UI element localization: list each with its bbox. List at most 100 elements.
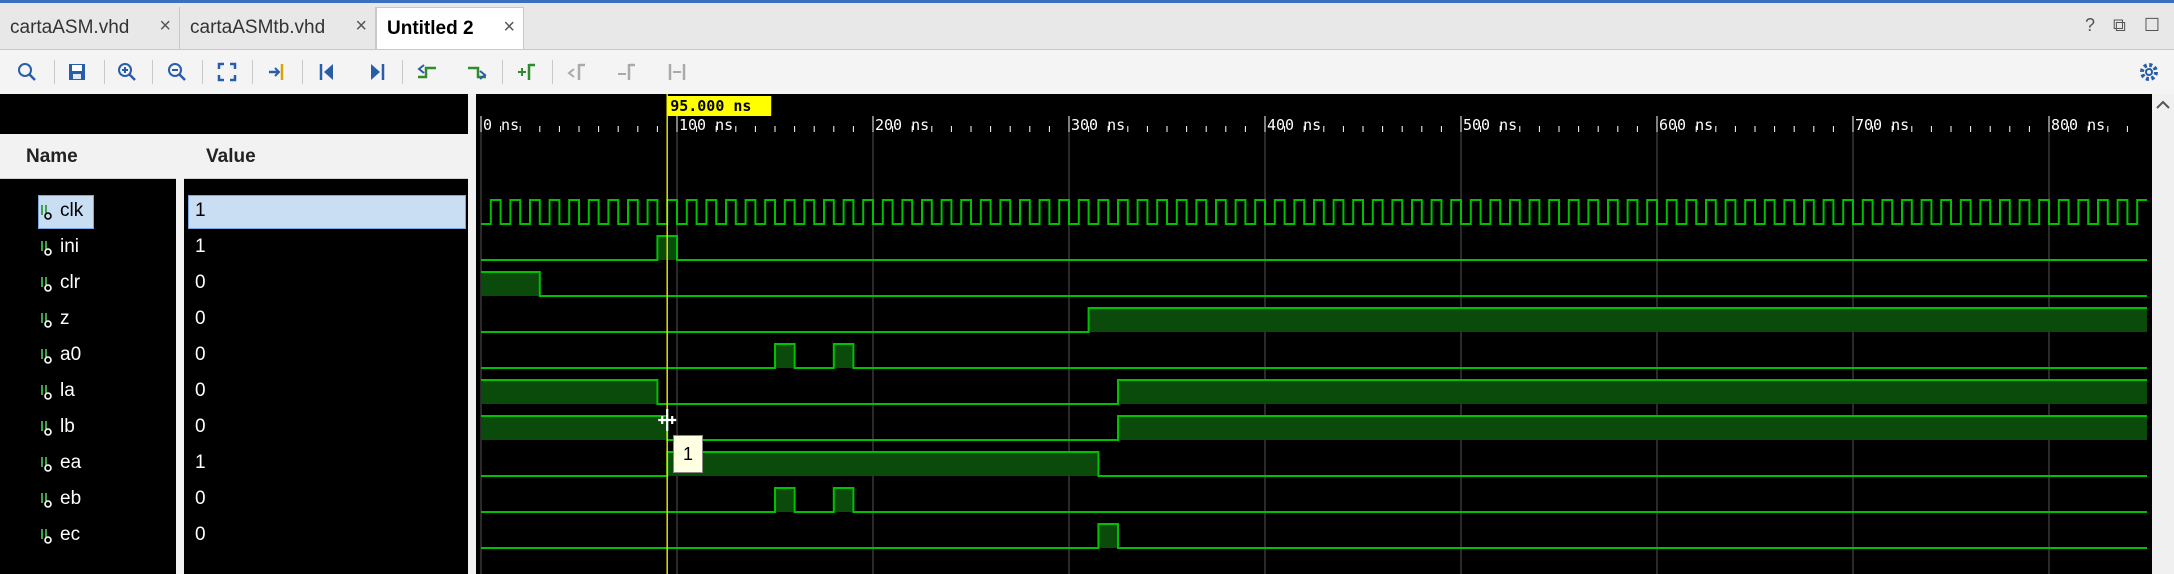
waveform-toolbar bbox=[0, 50, 2174, 95]
signal-value: 1 bbox=[195, 200, 206, 221]
save-icon[interactable] bbox=[64, 59, 90, 85]
restore-icon[interactable]: ⧉ bbox=[2113, 15, 2126, 36]
signal-fill-la bbox=[481, 380, 658, 404]
signal-value: 0 bbox=[195, 308, 206, 329]
close-icon[interactable]: × bbox=[503, 16, 515, 39]
signal-fill-eb bbox=[833, 488, 854, 512]
zoom-in-icon[interactable] bbox=[114, 59, 140, 85]
signal-fill-lb bbox=[1118, 416, 2147, 440]
signal-fill-clr bbox=[481, 272, 540, 296]
signal-row-la[interactable]: la 0 bbox=[0, 374, 468, 410]
tick-label: 700 ns bbox=[1855, 116, 1909, 134]
waveform-eb bbox=[481, 487, 2147, 513]
signal-name: la bbox=[60, 380, 75, 401]
settings-gear-icon[interactable] bbox=[2136, 59, 2162, 85]
signal-icon bbox=[41, 385, 52, 400]
signal-value: 0 bbox=[195, 380, 206, 401]
tab-label: cartaASM.vhd bbox=[10, 17, 130, 38]
signal-row-clr[interactable]: clr 0 bbox=[0, 266, 468, 302]
signal-name: clr bbox=[60, 272, 81, 293]
waveform-clr bbox=[481, 271, 2147, 297]
signal-row-ini[interactable]: ini 1 bbox=[0, 230, 468, 266]
previous-transition-icon[interactable] bbox=[414, 59, 440, 85]
tab-cartaasmtb-vhd[interactable]: cartaASMtb.vhd × bbox=[180, 7, 376, 49]
search-icon[interactable] bbox=[14, 59, 40, 85]
signal-fill-ec bbox=[1098, 524, 1118, 548]
signal-name: clk bbox=[60, 200, 84, 221]
close-icon[interactable]: × bbox=[159, 15, 171, 38]
signal-value: 0 bbox=[195, 524, 206, 545]
tick-label: 100 ns bbox=[679, 116, 733, 134]
zoom-out-icon[interactable] bbox=[164, 59, 190, 85]
signal-icon bbox=[41, 457, 52, 472]
signal-value: 0 bbox=[195, 488, 206, 509]
selection-highlight bbox=[188, 195, 466, 229]
help-icon[interactable]: ? bbox=[2085, 15, 2095, 36]
signal-fill-z bbox=[1088, 308, 2147, 332]
go-to-cursor-icon[interactable] bbox=[264, 59, 290, 85]
signal-name: z bbox=[60, 308, 70, 329]
signal-name: ec bbox=[60, 524, 81, 545]
name-column-header[interactable]: Name bbox=[26, 146, 78, 168]
maximize-icon[interactable]: ☐ bbox=[2144, 15, 2160, 36]
signal-icon bbox=[41, 529, 52, 544]
signal-name: a0 bbox=[60, 344, 82, 365]
signal-row-lb[interactable]: lb 0 bbox=[0, 410, 468, 446]
zoom-fit-icon[interactable] bbox=[214, 59, 240, 85]
signal-fill-eb bbox=[775, 488, 795, 512]
tick-label: 800 ns bbox=[2051, 116, 2105, 134]
tick-label: 500 ns bbox=[1463, 116, 1517, 134]
next-transition-icon[interactable] bbox=[464, 59, 490, 85]
value-column-header[interactable]: Value bbox=[206, 146, 256, 168]
tab-cartaasm-vhd[interactable]: cartaASM.vhd × bbox=[0, 7, 180, 49]
signal-icon bbox=[41, 241, 52, 256]
signal-fill-a0 bbox=[775, 344, 795, 368]
panel-splitter[interactable] bbox=[468, 94, 476, 574]
signal-fill-ea bbox=[667, 452, 1099, 476]
tab-label: Untitled 2 bbox=[387, 17, 474, 39]
signal-value: 1 bbox=[195, 452, 206, 473]
signal-icon bbox=[41, 205, 52, 220]
signal-icon bbox=[41, 313, 52, 328]
swap-cursors-icon[interactable] bbox=[664, 59, 690, 85]
signal-icon bbox=[41, 493, 52, 508]
signal-list-panel: Name Value clk 1 ini 1 clr 0 z 0 a0 0 la 0 lb 0 ea 1 eb 0… bbox=[0, 94, 476, 574]
editor-tab-bar: cartaASM.vhd × cartaASMtb.vhd × Untitled… bbox=[0, 0, 2174, 50]
signal-icon bbox=[41, 277, 52, 292]
signal-value: 0 bbox=[195, 272, 206, 293]
signal-row-a0[interactable]: a0 0 bbox=[0, 338, 468, 374]
signal-icon bbox=[41, 349, 52, 364]
tick-label: 400 ns bbox=[1267, 116, 1321, 134]
tick-label: 300 ns bbox=[1071, 116, 1125, 134]
waveform-ini bbox=[481, 235, 2147, 261]
waveform-panel[interactable]: 0 ns 100 ns 200 ns 300 ns 400 ns 500 ns 600 ns… bbox=[476, 94, 2174, 574]
waveform-ec bbox=[481, 523, 2147, 549]
signal-row-ea[interactable]: ea 1 bbox=[0, 446, 468, 482]
signal-name: ini bbox=[60, 236, 80, 257]
waveform-clk bbox=[481, 199, 2147, 225]
signal-name: eb bbox=[60, 488, 82, 509]
vertical-scrollbar[interactable] bbox=[2152, 94, 2174, 574]
tick-label: 200 ns bbox=[875, 116, 929, 134]
signal-value: 1 bbox=[195, 236, 206, 257]
waveform-canvas[interactable]: 0 ns 100 ns 200 ns 300 ns 400 ns 500 ns 600 ns… bbox=[476, 94, 2152, 574]
signal-row-ec[interactable]: ec 0 bbox=[0, 518, 468, 554]
tab-untitled-2[interactable]: Untitled 2 × bbox=[376, 7, 524, 49]
go-to-last-icon[interactable] bbox=[364, 59, 390, 85]
signal-row-eb[interactable]: eb 0 bbox=[0, 482, 468, 518]
signal-icon bbox=[41, 421, 52, 436]
window-controls: ? ⧉ ☐ bbox=[2085, 15, 2160, 36]
signal-list-header: Name Value bbox=[0, 134, 476, 179]
waveform-a0 bbox=[481, 343, 2147, 369]
signal-row-clk[interactable]: clk 1 bbox=[0, 194, 468, 230]
signal-value: 0 bbox=[195, 344, 206, 365]
go-to-first-icon[interactable] bbox=[314, 59, 340, 85]
signal-row-z[interactable]: z0 bbox=[0, 302, 468, 338]
next-marker-icon[interactable] bbox=[614, 59, 640, 85]
signal-name: ea bbox=[60, 452, 82, 473]
add-marker-icon[interactable] bbox=[514, 59, 540, 85]
previous-marker-icon[interactable] bbox=[564, 59, 590, 85]
value-tooltip: 1 bbox=[673, 435, 703, 473]
close-icon[interactable]: × bbox=[355, 15, 367, 38]
tab-label: cartaASMtb.vhd bbox=[190, 17, 326, 38]
